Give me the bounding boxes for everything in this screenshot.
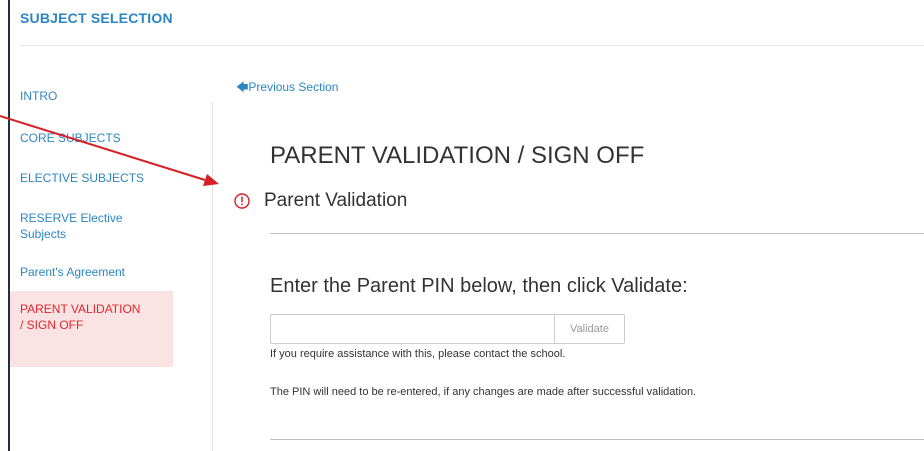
page-title: PARENT VALIDATION / SIGN OFF — [270, 142, 645, 169]
warning-circle-icon — [234, 193, 250, 209]
main-window: SUBJECT SELECTION INTRO CORE SUBJECTS EL… — [8, 0, 924, 451]
section-title: Parent Validation — [264, 190, 408, 211]
sidebar-item-label: INTRO — [20, 89, 58, 103]
previous-section-label: Previous Section — [248, 80, 339, 94]
reentry-note: The PIN will need to be re-entered, if a… — [270, 386, 697, 398]
sidebar-divider — [212, 102, 213, 451]
sidebar: INTRO CORE SUBJECTS ELECTIVE SUBJECTS RE… — [10, 88, 173, 367]
sidebar-item-elective-subjects[interactable]: ELECTIVE SUBJECTS — [10, 170, 173, 190]
section-divider — [270, 233, 924, 234]
sidebar-item-reserve-elective[interactable]: RESERVE Elective Subjects — [10, 210, 150, 246]
bottom-divider — [270, 439, 924, 440]
sidebar-item-parent-validation[interactable]: PARENT VALIDATION / SIGN OFF — [10, 291, 173, 367]
sidebar-item-label: ELECTIVE SUBJECTS — [20, 171, 145, 185]
header-divider — [20, 45, 924, 46]
sidebar-item-label: Parent's Agreement — [20, 265, 126, 279]
previous-section-link[interactable]: 🡄Previous Section — [236, 78, 338, 99]
pin-prompt: Enter the Parent PIN below, then click V… — [270, 275, 688, 297]
sidebar-item-intro[interactable]: INTRO — [10, 88, 173, 110]
arrow-left-icon: 🡄 — [236, 80, 249, 94]
validate-button[interactable]: Validate — [554, 314, 625, 344]
parent-pin-input[interactable] — [270, 314, 554, 344]
sidebar-item-label: RESERVE Elective Subjects — [20, 211, 123, 241]
sidebar-item-label: CORE SUBJECTS — [20, 131, 121, 145]
sidebar-item-label: PARENT VALIDATION / SIGN OFF — [20, 302, 141, 332]
sidebar-item-parents-agreement[interactable]: Parent's Agreement — [10, 264, 173, 284]
page-header-title: SUBJECT SELECTION — [20, 10, 173, 26]
sidebar-item-core-subjects[interactable]: CORE SUBJECTS — [10, 130, 173, 150]
help-text: If you require assistance with this, ple… — [270, 348, 566, 360]
